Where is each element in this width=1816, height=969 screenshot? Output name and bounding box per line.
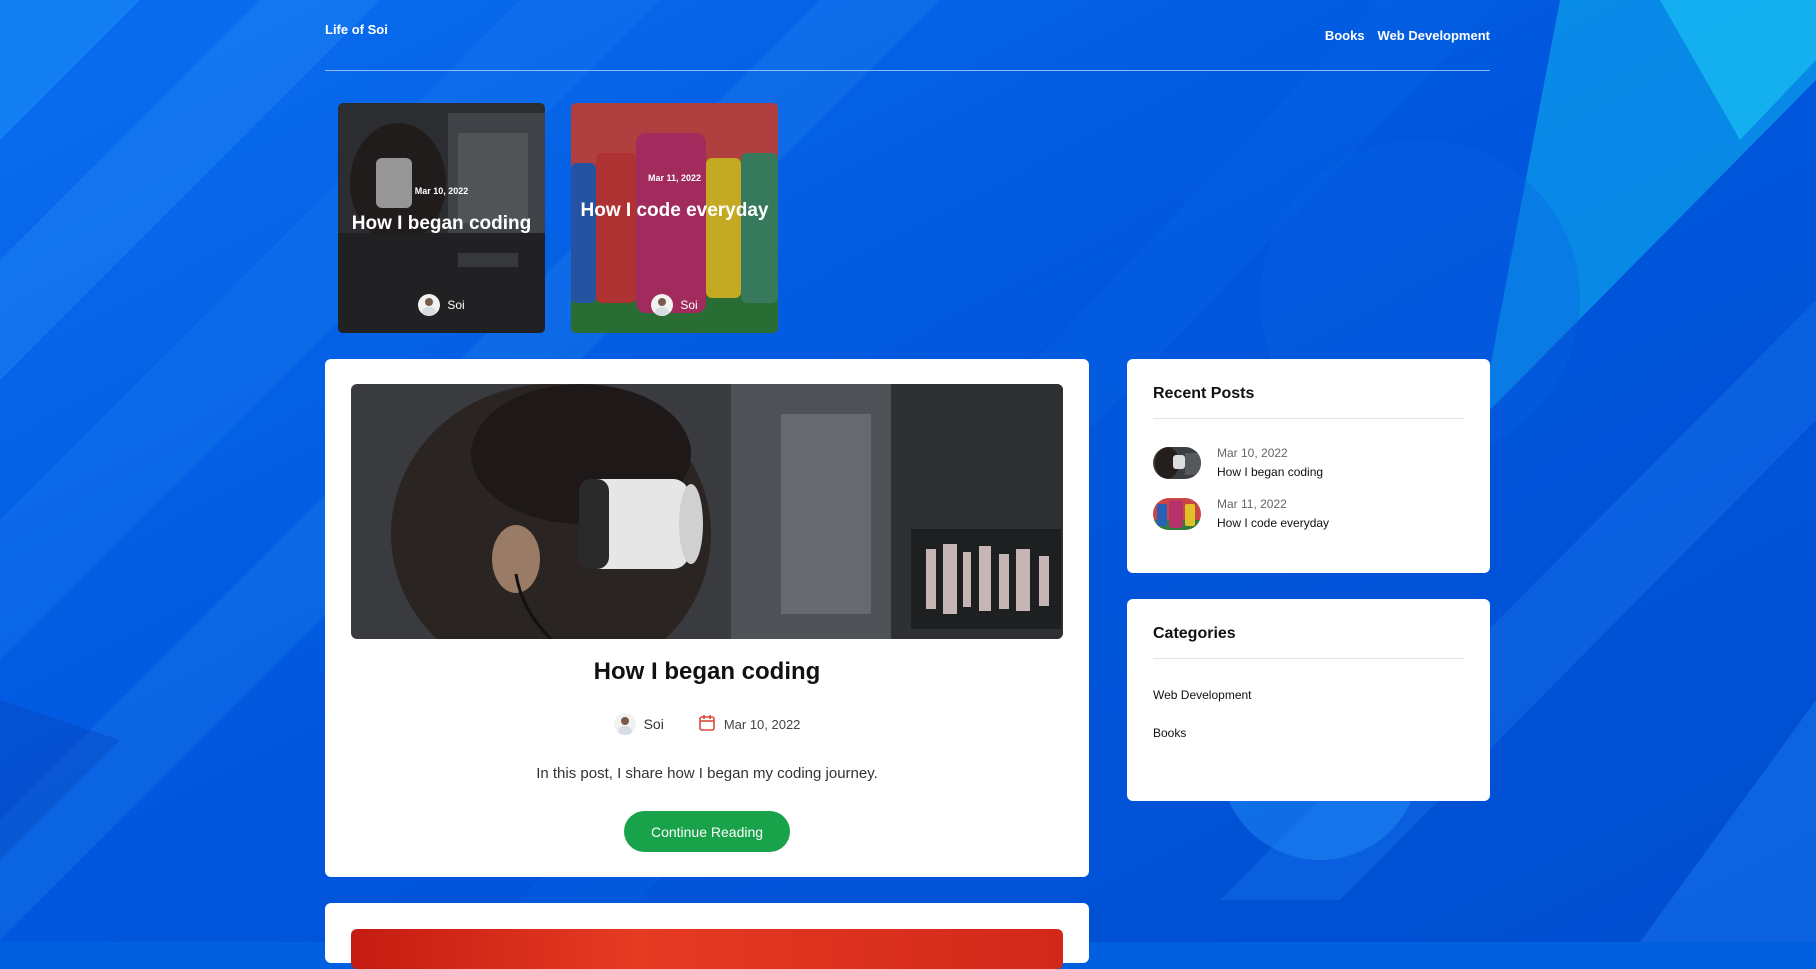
recent-posts-heading: Recent Posts xyxy=(1153,385,1255,402)
featured-post-title[interactable]: How I code everyday xyxy=(579,198,770,224)
author-name: Soi xyxy=(447,298,465,312)
post-meta: Soi Mar 10, 2022 xyxy=(325,713,1089,735)
featured-post-card[interactable]: Mar 10, 2022 How I began coding Soi xyxy=(338,103,545,333)
featured-post-author: Soi xyxy=(571,294,778,316)
post-card xyxy=(325,903,1089,969)
featured-post-date: Mar 11, 2022 xyxy=(647,173,702,183)
featured-post-author: Soi xyxy=(338,294,545,316)
featured-post-title[interactable]: How I began coding xyxy=(346,211,537,237)
avatar xyxy=(651,294,674,316)
nav-link-books[interactable]: Books xyxy=(1325,28,1365,43)
recent-post-date: Mar 10, 2022 xyxy=(1217,446,1288,460)
avatar xyxy=(418,294,441,316)
calendar-icon xyxy=(698,714,716,735)
recent-post-item[interactable]: Mar 11, 2022 How I code everyday xyxy=(1153,497,1329,530)
categories-widget: Categories Web Development Books xyxy=(1127,599,1490,801)
header-divider xyxy=(325,70,1490,71)
recent-post-item[interactable]: Mar 10, 2022 How I began coding xyxy=(1153,446,1323,479)
continue-reading-button[interactable]: Continue Reading xyxy=(624,811,790,852)
site-title[interactable]: Life of Soi xyxy=(325,22,388,37)
recent-posts-widget: Recent Posts Mar 10, 2022 How I began co… xyxy=(1127,359,1490,573)
author-name: Soi xyxy=(680,298,698,312)
featured-post-date: Mar 10, 2022 xyxy=(414,186,469,196)
category-link-books[interactable]: Books xyxy=(1153,726,1186,740)
featured-post-card[interactable]: Mar 11, 2022 How I code everyday Soi xyxy=(571,103,778,333)
divider xyxy=(1153,418,1464,419)
post-title[interactable]: How I began coding xyxy=(325,658,1089,686)
recent-post-title[interactable]: How I began coding xyxy=(1217,465,1323,479)
post-excerpt: In this post, I share how I began my cod… xyxy=(536,765,878,782)
recent-post-date: Mar 11, 2022 xyxy=(1217,497,1287,511)
avatar xyxy=(613,713,636,735)
recent-post-thumbnail[interactable] xyxy=(1153,497,1201,530)
category-link-web-development[interactable]: Web Development xyxy=(1153,688,1252,702)
top-nav: Books Web Development xyxy=(1325,28,1490,43)
recent-post-thumbnail[interactable] xyxy=(1153,446,1201,479)
post-date: Mar 10, 2022 xyxy=(723,716,801,732)
nav-link-web-development[interactable]: Web Development xyxy=(1378,28,1490,43)
post-image[interactable] xyxy=(351,384,1063,639)
categories-heading: Categories xyxy=(1153,625,1236,642)
recent-post-title[interactable]: How I code everyday xyxy=(1217,516,1329,530)
post-card: How I began coding Soi Mar 10, 2022 In t… xyxy=(325,359,1089,877)
post-author: Soi xyxy=(643,716,664,732)
post-image[interactable] xyxy=(351,929,1063,969)
divider xyxy=(1153,658,1464,659)
